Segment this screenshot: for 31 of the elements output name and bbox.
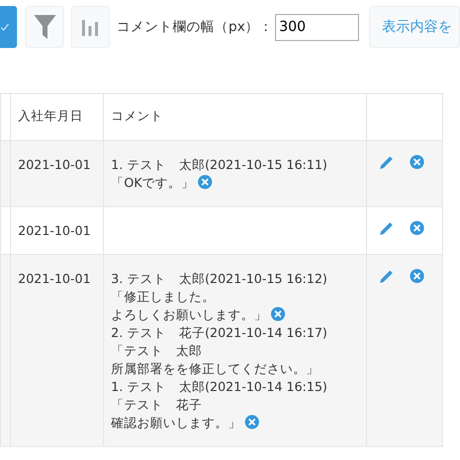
delete-row-icon[interactable] (410, 269, 424, 283)
bar-chart-icon (82, 18, 98, 36)
graph-button[interactable] (70, 6, 110, 48)
date-text: 2021-10-01 (18, 271, 91, 286)
filter-button[interactable] (25, 6, 64, 48)
date-text: 2021-10-01 (18, 157, 91, 172)
delete-comment-icon[interactable] (198, 175, 212, 189)
comment-header: 2. テスト 花子(2021-10-14 16:17) (111, 324, 328, 342)
edit-icon[interactable] (379, 269, 394, 284)
delete-row-icon[interactable] (410, 221, 424, 235)
comment-text: よろしくお願いします。」 (111, 307, 267, 322)
comment-header: 1. テスト 太郎(2021-10-14 16:15) (111, 378, 328, 396)
comment-text: 「テスト 花子 (111, 397, 202, 412)
save-button[interactable] (0, 6, 18, 48)
delete-comment-icon[interactable] (270, 307, 285, 321)
date-text: 2021-10-01 (18, 223, 91, 238)
comment-text: 「OKです。」 (111, 175, 194, 190)
comment-text: 確認お願いします。」 (111, 415, 241, 430)
comment-header: 3. テスト 太郎(2021-10-15 16:12) (111, 270, 328, 288)
comment-header: 1. テスト 太郎(2021-10-15 16:11) (111, 156, 328, 174)
edit-icon[interactable] (379, 221, 394, 236)
comment-text: 「修正しました。 (111, 289, 215, 304)
check-icon (1, 23, 9, 31)
edit-icon[interactable] (379, 155, 394, 170)
width-label: コメント欄の幅（px）： (116, 18, 274, 36)
delete-row-icon[interactable] (410, 155, 424, 169)
filter-icon (34, 15, 56, 39)
comment-text: 所属部署をを修正してください。」 (111, 361, 319, 376)
comment-text: 「テスト 太郎 (111, 343, 202, 358)
delete-comment-icon[interactable] (244, 415, 259, 429)
width-input[interactable]: 300 (275, 14, 360, 40)
